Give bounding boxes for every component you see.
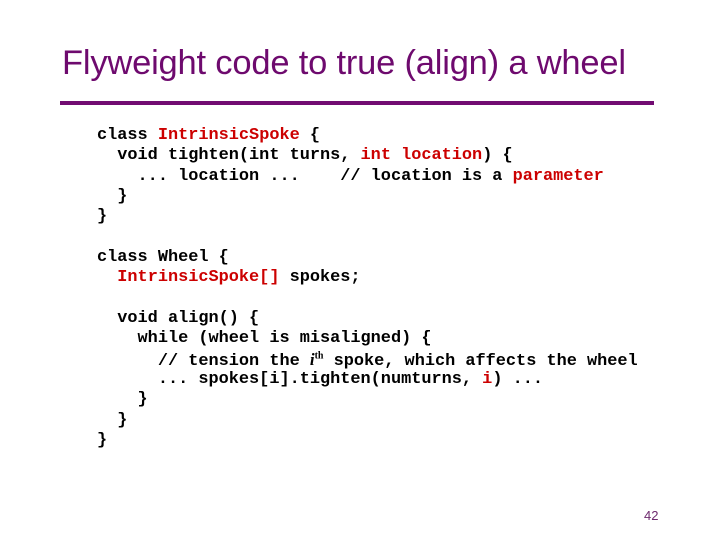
code-text: } (97, 410, 128, 430)
code-line: IntrinsicSpoke[] spokes; (97, 268, 638, 288)
code-line: ... spokes[i].tighten(numturns, i) ... (97, 370, 638, 390)
code-block: class IntrinsicSpoke { void tighten(int … (97, 126, 638, 452)
slide-title: Flyweight code to true (align) a wheel (62, 44, 626, 82)
code-line: class Wheel { (97, 248, 638, 268)
code-line: } (97, 411, 638, 431)
code-line: while (wheel is misaligned) { (97, 329, 638, 349)
code-text: spokes; (279, 268, 361, 288)
code-line: void tighten(int turns, int location) { (97, 146, 638, 166)
page-number: 42 (644, 508, 659, 523)
code-text: } (97, 390, 148, 410)
code-text: } (97, 187, 128, 207)
code-text: ) ... (492, 370, 543, 390)
code-line: class IntrinsicSpoke { (97, 126, 638, 146)
code-text: { (299, 126, 321, 145)
code-line: void align() { (97, 309, 638, 329)
code-line: } (97, 390, 638, 410)
code-line: } (97, 207, 638, 227)
code-line: } (97, 431, 638, 451)
code-text: void tighten(int turns, (97, 146, 361, 166)
code-text: void align() { (97, 309, 260, 329)
code-highlight: parameter (512, 166, 604, 186)
code-highlight: i (482, 370, 493, 390)
code-text: while (wheel is misaligned) { (97, 329, 432, 349)
code-text: ... location ... // location is a (97, 166, 513, 186)
code-text: } (97, 207, 108, 227)
code-text: class (97, 126, 158, 145)
code-text: class Wheel { (97, 248, 229, 268)
code-highlight: IntrinsicSpoke (157, 126, 300, 145)
code-text: } (97, 431, 108, 451)
code-text: // tension the (97, 351, 310, 371)
title-underline-divider (60, 101, 654, 105)
code-line: } (97, 187, 638, 207)
code-line: // tension the ith spoke, which affects … (97, 350, 638, 371)
code-highlight: int location (360, 146, 483, 166)
code-text: ... spokes[i].tighten(numturns, (97, 370, 483, 390)
code-highlight: IntrinsicSpoke[] (117, 268, 280, 288)
code-line: ... location ... // location is a parame… (97, 167, 638, 187)
code-text: ) { (482, 146, 513, 166)
code-text: spoke, which affects the wheel (323, 351, 638, 371)
